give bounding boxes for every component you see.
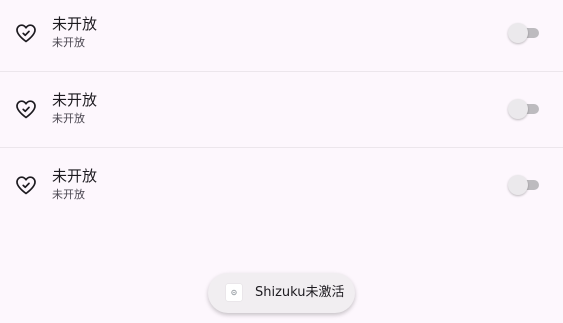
switch-thumb: [508, 23, 528, 43]
list-item-title: 未开放: [52, 91, 98, 109]
list-item-title: 未开放: [52, 15, 98, 33]
settings-screen: 未开放 未开放 未开放 未开放 未开放 未开放 Shizuku未激活: [0, 0, 563, 323]
list-item-subtitle: 未开放: [52, 188, 85, 201]
list-item-texts: 未开放 未开放: [52, 91, 97, 126]
switch-thumb: [508, 175, 528, 195]
heart-check-icon: [14, 173, 38, 197]
toast-message: Shizuku未激活: [208, 273, 355, 313]
list-item-texts: 未开放 未开放: [52, 167, 97, 202]
list-item-title: 未开放: [52, 167, 98, 185]
list-item[interactable]: 未开放 未开放: [0, 0, 563, 71]
list-item[interactable]: 未开放 未开放: [0, 72, 563, 147]
settings-list: 未开放 未开放 未开放 未开放 未开放 未开放: [0, 0, 563, 223]
toast-text: Shizuku未激活: [255, 285, 345, 300]
toggle-switch[interactable]: [508, 23, 540, 43]
list-item-subtitle: 未开放: [52, 112, 85, 125]
toggle-switch[interactable]: [508, 175, 540, 195]
app-icon: [226, 284, 242, 301]
heart-check-icon: [14, 97, 38, 121]
list-item-texts: 未开放 未开放: [52, 15, 97, 50]
heart-check-icon: [14, 21, 38, 45]
list-item-subtitle: 未开放: [52, 36, 85, 49]
list-item[interactable]: 未开放 未开放: [0, 148, 563, 223]
switch-thumb: [508, 99, 528, 119]
toggle-switch[interactable]: [508, 99, 540, 119]
